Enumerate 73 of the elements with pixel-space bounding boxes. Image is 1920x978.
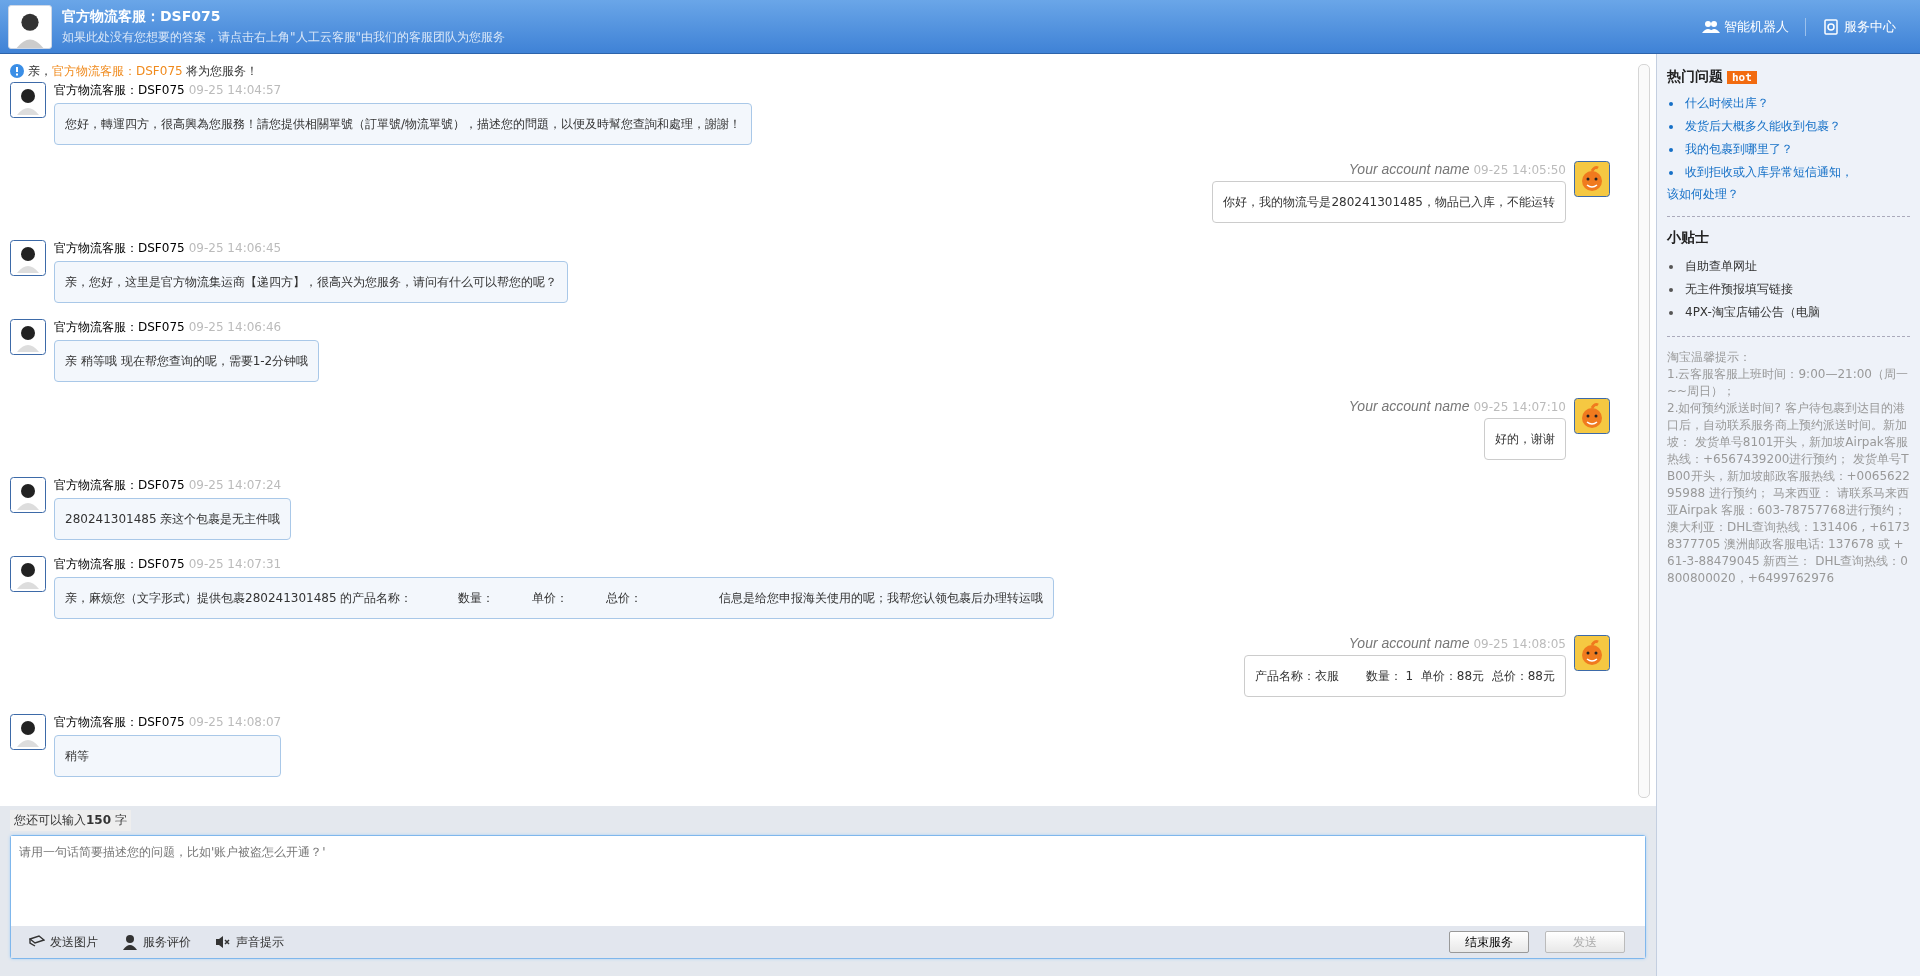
bullet-icon: [1669, 170, 1673, 175]
notice-paragraph: 1.云客服客服上班时间：9:00—21:00（周一~~周日）；: [1667, 366, 1909, 400]
picture-icon: [29, 934, 45, 950]
tip-link[interactable]: 自助查单网址: [1685, 258, 1757, 275]
agent-avatar-icon: [10, 240, 46, 276]
sender-name: Your account name: [1348, 635, 1470, 651]
toolbar-button[interactable]: 声音提示: [215, 933, 284, 951]
person-icon: [122, 934, 138, 950]
message-time: 09-25 14:05:50: [1473, 163, 1566, 177]
message-bubble: 您好，轉運四方，很高興為您服務！請您提供相關單號（訂單號/物流單號），描述您的問題，以便及時幫您查詢和處理，謝謝！: [54, 103, 753, 145]
bullet-icon: [1669, 264, 1673, 269]
sender-name: Your account name: [1348, 398, 1470, 414]
tip-link[interactable]: 无主件预报填写链接: [1685, 281, 1793, 298]
message-time: 09-25 14:04:57: [188, 83, 282, 97]
sender-name: Your account name: [1348, 161, 1470, 177]
toolbar-button[interactable]: 服务评价: [122, 933, 191, 951]
scrollbar[interactable]: [1638, 64, 1650, 798]
info-icon: [10, 64, 24, 78]
message-time: 09-25 14:08:07: [188, 715, 282, 729]
agent-avatar-icon: [10, 477, 46, 513]
sender-name: 官方物流客服：DSF075: [54, 82, 185, 99]
toolbar-button[interactable]: 发送图片: [29, 933, 98, 951]
section-title: 热门问题: [1667, 68, 1723, 86]
sender-name: 官方物流客服：DSF075: [54, 477, 185, 494]
people-icon: [1702, 18, 1720, 35]
sender-name: 官方物流客服：DSF075: [54, 240, 185, 257]
agent-avatar-icon: [10, 556, 46, 592]
agent-avatar-icon: [10, 82, 46, 118]
message-time: 09-25 14:06:46: [188, 320, 282, 334]
bullet-icon: [1669, 310, 1673, 315]
message-bubble: 亲 稍等哦 现在帮您查询的呢，需要1-2分钟哦: [54, 340, 320, 382]
sender-name: 官方物流客服：DSF075: [54, 319, 185, 336]
char-counter: 您还可以输入150 字: [10, 810, 131, 831]
tip-link[interactable]: 4PX-淘宝店铺公告（电脑: [1685, 304, 1820, 321]
message-time: 09-25 14:07:24: [188, 478, 282, 492]
bullet-icon: [1669, 124, 1673, 129]
action-button[interactable]: 结束服务: [1449, 931, 1529, 953]
message-time: 09-25 14:08:05: [1473, 637, 1566, 651]
message-bubble: 亲，麻烦您（文字形式）提供包裹280241301485 的产品名称： 数量： 单价： 总价： 信息是给您申报海关使用的呢；我帮您认领包裹后办理转运哦: [54, 577, 1054, 619]
message-time: 09-25 14:07:31: [188, 557, 282, 571]
mascot-avatar-icon: [1574, 161, 1610, 197]
bullet-icon: [1669, 147, 1673, 152]
notice-paragraph: 2.如何预约派送时间? 客户待包裹到达目的港口后，自动联系服务商上预约派送时间。新加坡： 发货单号8101开头，新加坡Airpak客服热线：+6567439200进行预约； 发货单号TB00开头，新加坡邮政客服热线：+006562295988 进行预约； 马来西亚： 请联系马来西亚Airpak 客服：603-78757768进行预约；澳大利亚：DHL查询热线：131406 , +61738377705 澳洲邮政客服电话: 137678 或 +61-3-88479045 新西兰： DHL查询热线：0800800020，+6499762976: [1667, 400, 1910, 587]
header-hint: 如果此处没有您想要的答案，请点击右上角"人工云客服"由我们的客服团队为您服务: [62, 28, 507, 46]
notice-text: 亲，官方物流客服：DSF075 将为您服务！: [28, 62, 259, 80]
question-link[interactable]: 收到拒收或入库异常短信通知，: [1685, 164, 1853, 181]
sender-name: 官方物流客服：DSF075: [54, 556, 185, 573]
agent-avatar-icon: [10, 714, 46, 750]
speaker-muted-icon: [215, 934, 231, 950]
mascot-avatar-icon: [1574, 635, 1610, 671]
message-bubble: 亲，您好，这里是官方物流集运商【递四方】，很高兴为您服务，请问有什么可以帮您的呢？: [54, 261, 568, 303]
message-bubble: 产品名称：衣服 数量： 1 单价：88元 总价：88元: [1244, 655, 1566, 697]
message-bubble: 好的，谢谢: [1484, 418, 1566, 460]
question-link[interactable]: 我的包裹到哪里了？: [1685, 141, 1793, 158]
agent-avatar-icon: [8, 4, 52, 49]
message-bubble: 280241301485 亲这个包裹是无主件哦: [54, 498, 292, 540]
message-bubble: 你好，我的物流号是280241301485，物品已入库，不能运转: [1212, 181, 1566, 223]
mascot-avatar-icon: [1574, 398, 1610, 434]
agent-avatar-icon: [10, 319, 46, 355]
message-time: 09-25 14:06:45: [188, 241, 282, 255]
agent-title: 官方物流客服：DSF075: [62, 7, 222, 26]
question-link[interactable]: 该如何处理？: [1667, 184, 1910, 204]
bullet-icon: [1669, 287, 1673, 292]
message-time: 09-25 14:07:10: [1473, 400, 1566, 414]
question-link[interactable]: 发货后大概多久能收到包裹？: [1685, 118, 1841, 135]
section-title: 小贴士: [1667, 229, 1710, 247]
hot-badge: hot: [1727, 70, 1757, 84]
sender-name: 官方物流客服：DSF075: [54, 714, 185, 731]
bullet-icon: [1669, 101, 1673, 106]
message-bubble: 稍等: [54, 735, 282, 777]
question-link[interactable]: 什么时候出库？: [1685, 95, 1769, 112]
notice-paragraph: 淘宝温馨提示：: [1667, 349, 1752, 366]
document-search-icon: [1822, 18, 1840, 35]
